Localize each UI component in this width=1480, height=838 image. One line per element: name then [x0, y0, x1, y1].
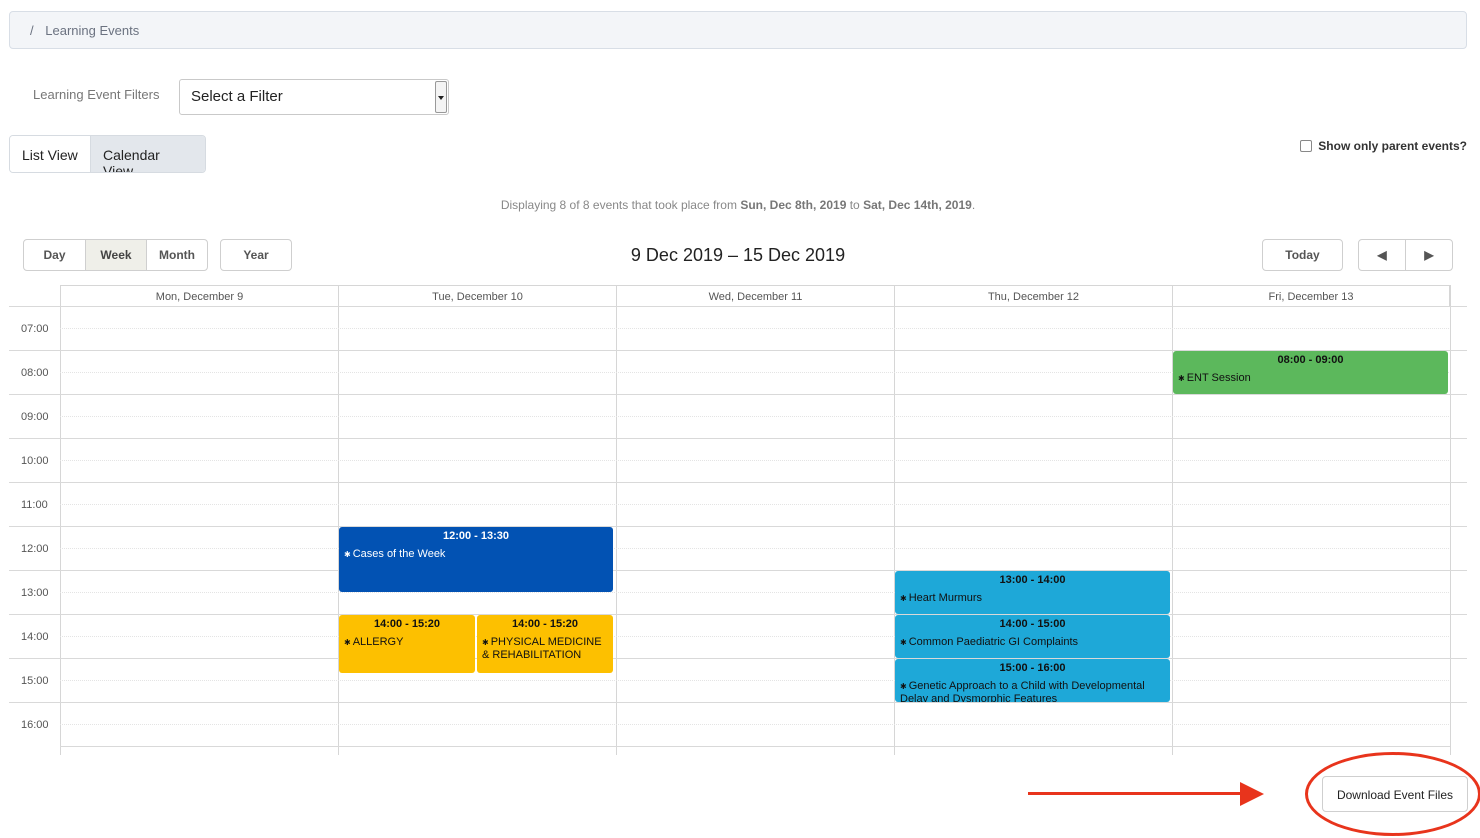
- hour-line: [9, 702, 1467, 703]
- parent-events-toggle[interactable]: Show only parent events?: [1300, 139, 1467, 153]
- day-header: Mon, December 9: [60, 285, 338, 306]
- event-time: 14:00 - 15:20: [511, 618, 579, 630]
- displaying-suffix: .: [971, 198, 976, 212]
- view-toggle: List View Calendar View: [9, 135, 206, 173]
- time-label: 07:00: [21, 323, 49, 335]
- hour-line: [9, 394, 1467, 395]
- half-hour-line: [60, 680, 1449, 681]
- asterisk-icon: ✱: [482, 638, 489, 647]
- filter-select-value: Select a Filter: [191, 88, 283, 105]
- event-time: 15:00 - 16:00: [999, 662, 1066, 674]
- hour-line: [60, 746, 1450, 747]
- column-divider: [1450, 285, 1451, 755]
- asterisk-icon: ✱: [1178, 374, 1185, 383]
- time-label: 08:00: [21, 367, 49, 379]
- time-label: 12:00: [21, 543, 49, 555]
- time-label: 13:00: [21, 587, 49, 599]
- day-header: Fri, December 13: [1172, 285, 1450, 306]
- event-title: ENT Session: [1186, 372, 1251, 384]
- displaying-summary: Displaying 8 of 8 events that took place…: [0, 198, 1476, 212]
- nav-button-group: ◀ ▶: [1358, 239, 1453, 271]
- asterisk-icon: ✱: [900, 682, 907, 691]
- displaying-to: to: [849, 198, 860, 212]
- event-physical-medicine[interactable]: 14:00 - 15:20 ✱ PHYSICAL MEDICINE & REHAB…: [477, 615, 613, 673]
- time-label: 09:00: [21, 411, 49, 423]
- event-ent-session[interactable]: 08:00 - 09:00 ✱ ENT Session: [1173, 351, 1448, 394]
- column-divider: [616, 285, 617, 755]
- event-allergy[interactable]: 14:00 - 15:20 ✱ ALLERGY: [339, 615, 475, 673]
- event-paediatric-gi[interactable]: 14:00 - 15:00 ✱ Common Paediatric GI Comp…: [895, 615, 1170, 658]
- breadcrumb: / Learning Events: [9, 11, 1467, 49]
- column-divider: [60, 285, 61, 755]
- event-title: PHYSICAL MEDICINE & REHABILITATION: [482, 636, 602, 661]
- chevron-down-icon[interactable]: [435, 81, 447, 113]
- filter-select[interactable]: Select a Filter: [179, 79, 449, 115]
- caret-left-icon: ◀: [1377, 248, 1387, 262]
- next-week-button[interactable]: ▶: [1406, 240, 1452, 270]
- asterisk-icon: ✱: [900, 594, 907, 603]
- calendar-view-button[interactable]: Calendar View: [91, 136, 205, 172]
- half-hour-line: [60, 724, 1449, 725]
- half-hour-line: [60, 592, 1449, 593]
- caret-right-icon: ▶: [1424, 248, 1434, 262]
- annotation-circle: [1305, 752, 1480, 836]
- hour-line: [9, 570, 1467, 571]
- hour-line: [9, 438, 1467, 439]
- time-label: 15:00: [21, 675, 49, 687]
- hour-line: [9, 306, 1467, 307]
- day-header: Tue, December 10: [338, 285, 616, 306]
- calendar-title: 9 Dec 2019 – 15 Dec 2019: [630, 245, 846, 265]
- half-hour-line: [60, 460, 1449, 461]
- half-hour-line: [60, 416, 1449, 417]
- event-genetic-approach[interactable]: 15:00 - 16:00 ✱ Genetic Approach to a Chi…: [895, 659, 1170, 702]
- displaying-start: Sun, Dec 8th, 2019: [740, 198, 847, 212]
- annotation-arrow-line: [1028, 792, 1242, 795]
- hour-line: [9, 482, 1467, 483]
- half-hour-line: [60, 328, 1449, 329]
- breadcrumb-current[interactable]: Learning Events: [45, 23, 139, 38]
- hour-line: [9, 658, 1467, 659]
- event-time: 08:00 - 09:00: [1277, 354, 1344, 366]
- list-view-button[interactable]: List View: [10, 136, 91, 172]
- arrow-right-icon: [1240, 782, 1264, 806]
- event-title: Heart Murmurs: [908, 592, 983, 604]
- asterisk-icon: ✱: [900, 638, 907, 647]
- time-label: 16:00: [21, 719, 49, 731]
- today-button[interactable]: Today: [1262, 239, 1343, 271]
- asterisk-icon: ✱: [344, 638, 351, 647]
- hour-line: [9, 526, 1467, 527]
- day-header: Thu, December 12: [894, 285, 1172, 306]
- filter-label: Learning Event Filters: [33, 87, 160, 102]
- time-label: 10:00: [21, 455, 49, 467]
- event-title: Cases of the Week: [352, 548, 446, 560]
- time-label: 11:00: [21, 499, 48, 511]
- half-hour-line: [60, 504, 1449, 505]
- half-hour-line: [60, 548, 1449, 549]
- prev-week-button[interactable]: ◀: [1359, 240, 1406, 270]
- displaying-end: Sat, Dec 14th, 2019: [863, 198, 972, 212]
- event-time: 12:00 - 13:30: [442, 530, 510, 542]
- event-time: 14:00 - 15:00: [999, 618, 1066, 630]
- week-calendar-grid: Mon, December 9 Tue, December 10 Wed, De…: [9, 285, 1467, 755]
- event-time: 13:00 - 14:00: [999, 574, 1066, 586]
- event-time: 14:00 - 15:20: [373, 618, 441, 630]
- parent-events-label: Show only parent events?: [1318, 139, 1467, 153]
- breadcrumb-separator: /: [30, 23, 34, 38]
- event-cases-of-the-week[interactable]: 12:00 - 13:30 ✱ Cases of the Week: [339, 527, 613, 592]
- hour-line: [9, 614, 1467, 615]
- event-title: ALLERGY: [352, 636, 404, 648]
- displaying-prefix: Displaying 8 of 8 events that took place…: [500, 198, 737, 212]
- half-hour-line: [60, 636, 1449, 637]
- event-heart-murmurs[interactable]: 13:00 - 14:00 ✱ Heart Murmurs: [895, 571, 1170, 614]
- event-title: Common Paediatric GI Complaints: [908, 636, 1079, 648]
- column-divider: [338, 285, 339, 755]
- parent-events-checkbox[interactable]: [1300, 140, 1313, 152]
- asterisk-icon: ✱: [344, 550, 351, 559]
- event-title: Genetic Approach to a Child with Develop…: [900, 680, 1145, 702]
- day-header: Wed, December 11: [616, 285, 894, 306]
- time-label: 14:00: [21, 631, 49, 643]
